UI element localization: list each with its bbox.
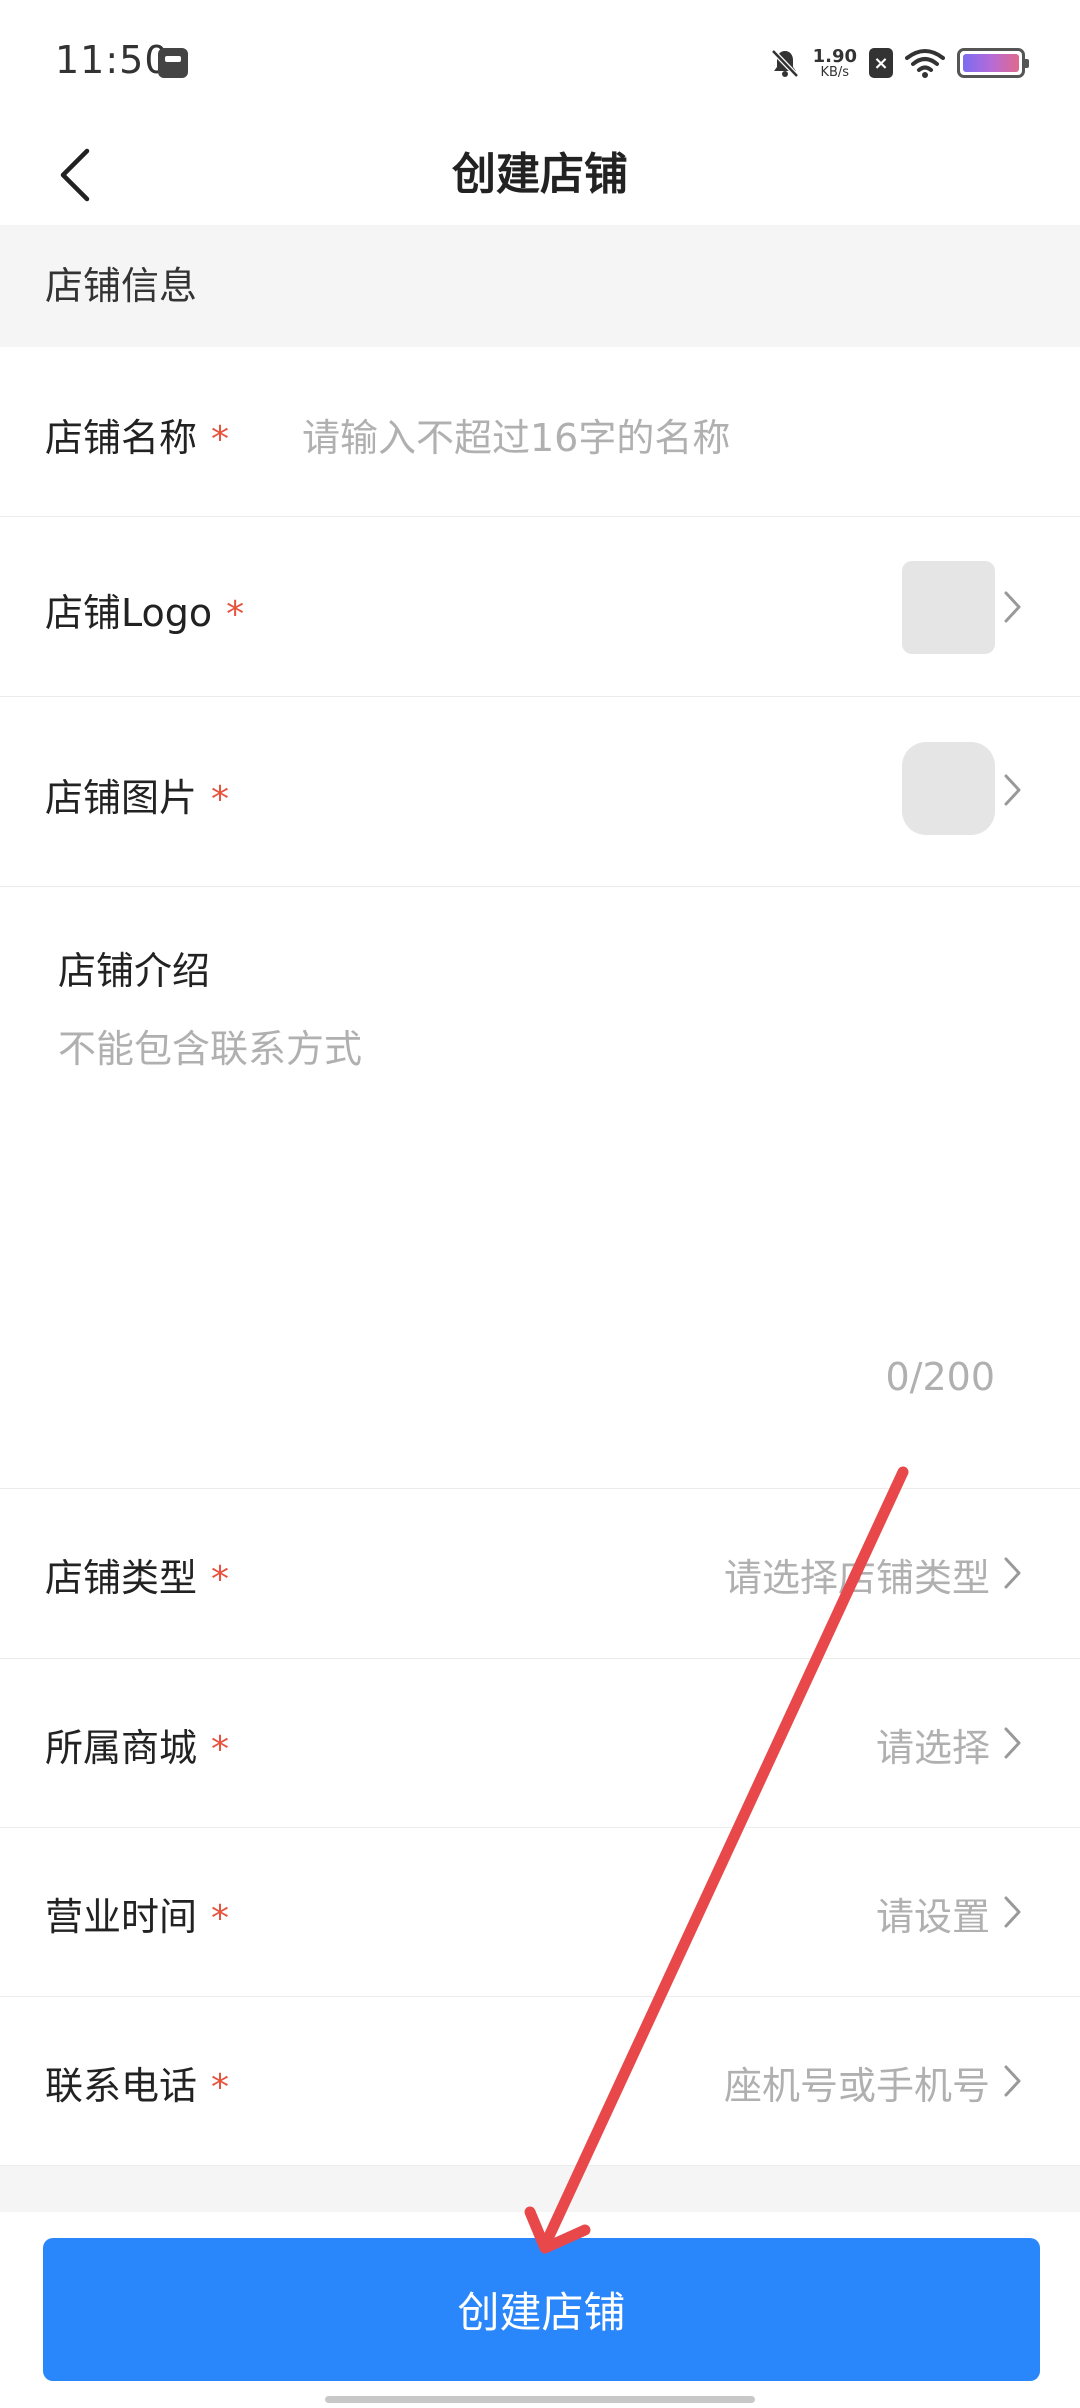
mall-label: 所属商城 * [45,1726,230,1770]
shop-intro-textarea[interactable]: 不能包含联系方式 [58,1018,362,1073]
chevron-right-icon [1004,2065,1021,2097]
required-mark: * [211,2067,230,2108]
chevron-right-icon [1004,1896,1021,1928]
shop-image-label: 店铺图片 * [45,776,230,820]
status-icons: 1.90 KB/s × [769,40,1029,86]
required-mark: * [211,1559,230,1600]
home-indicator[interactable] [325,2396,755,2403]
wifi-icon [905,48,945,78]
create-shop-button[interactable]: 创建店铺 [43,2238,1040,2381]
shop-type-select[interactable]: 请选择店铺类型 [724,1547,990,1602]
shop-logo-label: 店铺Logo * [45,591,245,635]
chevron-right-icon [1004,591,1021,623]
shop-intro-char-count: 0/200 [885,1355,995,1399]
required-mark: * [211,419,230,460]
no-sim-icon: × [869,48,893,78]
chevron-right-icon [1004,1557,1021,1589]
network-speed-value: 1.90 [812,45,857,67]
shop-image-row[interactable]: 店铺图片 * [0,697,1080,887]
network-speed: 1.90 KB/s [812,45,857,80]
footer-divider [0,2166,1080,2212]
mall-row[interactable]: 所属商城 * 请选择 [0,1659,1080,1828]
mall-select[interactable]: 请选择 [876,1717,990,1772]
mute-icon [769,47,801,79]
battery-icon [957,48,1029,78]
chevron-right-icon [1004,774,1021,806]
shop-intro-label: 店铺介绍 [58,949,211,993]
status-bar: 11:50 1.90 KB/s × [0,0,1080,125]
shop-name-input[interactable]: 请输入不超过16字的名称 [302,407,730,462]
contact-phone-row[interactable]: 联系电话 * 座机号或手机号 [0,1997,1080,2166]
battery-level [963,54,1019,72]
app-notification-icon [158,48,188,78]
shop-logo-row[interactable]: 店铺Logo * [0,517,1080,697]
contact-phone-label: 联系电话 * [45,2064,230,2108]
required-mark: * [226,594,245,635]
section-title: 店铺信息 [45,264,198,308]
required-mark: * [211,1898,230,1939]
network-speed-unit: KB/s [820,64,850,80]
contact-phone-input[interactable]: 座机号或手机号 [724,2055,990,2110]
page-title: 创建店铺 [452,149,628,200]
required-mark: * [211,779,230,820]
nav-bar: 创建店铺 [0,125,1080,225]
business-hours-row[interactable]: 营业时间 * 请设置 [0,1828,1080,1997]
shop-type-row[interactable]: 店铺类型 * 请选择店铺类型 [0,1489,1080,1659]
business-hours-label: 营业时间 * [45,1895,230,1939]
shop-image-thumbnail[interactable] [902,742,995,835]
business-hours-select[interactable]: 请设置 [876,1886,990,1941]
section-header: 店铺信息 [0,225,1080,347]
shop-name-row: 店铺名称 * 请输入不超过16字的名称 [0,347,1080,517]
shop-type-label: 店铺类型 * [45,1556,230,1600]
shop-logo-thumbnail[interactable] [902,561,995,654]
shop-name-label: 店铺名称 * [45,416,230,460]
status-time: 11:50 [55,38,170,82]
required-mark: * [211,1729,230,1770]
chevron-right-icon [1004,1727,1021,1759]
